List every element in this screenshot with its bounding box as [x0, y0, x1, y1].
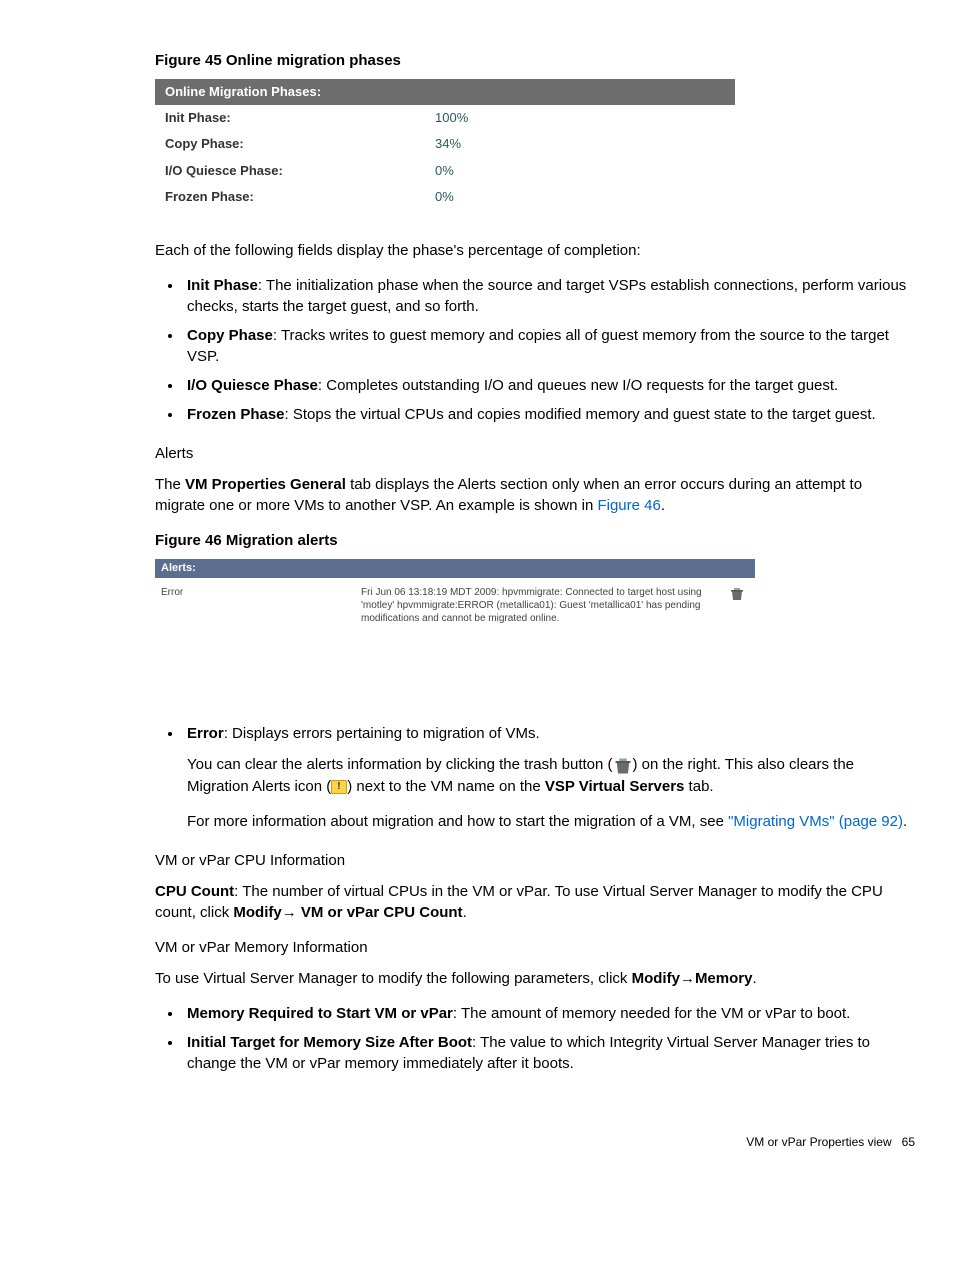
figure-45-caption: Figure 45 Online migration phases: [155, 50, 915, 71]
alerts-panel-header: Alerts:: [155, 559, 755, 578]
phase-name: Copy Phase: [187, 327, 273, 344]
alerts-paragraph: The VM Properties General tab displays t…: [155, 474, 915, 516]
text: ) next to the VM name on the: [347, 778, 545, 795]
text: To use Virtual Server Manager to modify …: [155, 970, 632, 987]
list-item: Init Phase: The initialization phase whe…: [183, 275, 915, 317]
mem-item-title: Initial Target for Memory Size After Boo…: [187, 1034, 472, 1051]
text: You can clear the alerts information by …: [187, 756, 613, 773]
table-row: I/O Quiesce Phase: 0%: [155, 158, 735, 184]
text: .: [661, 497, 665, 514]
table-row: Frozen Phase: 0%: [155, 184, 735, 210]
phase-value: 34%: [425, 131, 735, 157]
mem-item-desc: : The amount of memory needed for the VM…: [453, 1005, 850, 1022]
text: The: [155, 476, 185, 493]
text-bold: VM Properties General: [185, 476, 346, 493]
phase-desc: : Completes outstanding I/O and queues n…: [318, 377, 838, 394]
memory-info-heading: VM or vPar Memory Information: [155, 937, 915, 958]
arrow: →: [680, 970, 695, 987]
text: .: [903, 813, 907, 830]
phase-label: I/O Quiesce Phase:: [155, 158, 425, 184]
list-item: Error: Displays errors pertaining to mig…: [183, 723, 915, 832]
figure-46-link[interactable]: Figure 46: [597, 497, 660, 514]
text-bold: VM or vPar CPU Count: [301, 904, 463, 921]
list-item: Copy Phase: Tracks writes to guest memor…: [183, 325, 915, 367]
page-number: 65: [902, 1135, 915, 1149]
phase-description-list: Init Phase: The initialization phase whe…: [155, 275, 915, 425]
figure-46-caption: Figure 46 Migration alerts: [155, 530, 915, 551]
text: .: [752, 970, 756, 987]
phase-name: Init Phase: [187, 277, 258, 294]
phase-value: 0%: [425, 158, 735, 184]
footer-text: VM or vPar Properties view: [746, 1135, 891, 1149]
migrating-vms-link[interactable]: "Migrating VMs" (page 92): [728, 813, 903, 830]
phase-desc: : The initialization phase when the sour…: [187, 277, 906, 315]
trash-icon: [613, 755, 633, 776]
text: .: [463, 904, 467, 921]
trash-icon[interactable]: [729, 589, 745, 600]
text-bold: Memory: [695, 970, 753, 987]
alerts-figure: Alerts: Error Fri Jun 06 13:18:19 MDT 20…: [155, 559, 755, 695]
text-bold: CPU Count: [155, 883, 234, 900]
list-item: Initial Target for Memory Size After Boo…: [183, 1032, 915, 1074]
text: For more information about migration and…: [187, 813, 728, 830]
text-bold: Modify: [632, 970, 680, 987]
alert-severity: Error: [161, 586, 361, 600]
list-item: Frozen Phase: Stops the virtual CPUs and…: [183, 404, 915, 425]
page-footer: VM or vPar Properties view 65: [155, 1134, 915, 1151]
alert-message: Fri Jun 06 13:18:19 MDT 2009: hpvmmigrat…: [361, 586, 729, 625]
table-row: Init Phase: 100%: [155, 105, 735, 131]
cpu-count-paragraph: CPU Count: The number of virtual CPUs in…: [155, 881, 915, 923]
error-title: Error: [187, 725, 224, 742]
list-item: I/O Quiesce Phase: Completes outstanding…: [183, 375, 915, 396]
table-row: Copy Phase: 34%: [155, 131, 735, 157]
text-bold: VSP Virtual Servers: [545, 778, 685, 795]
phase-value: 100%: [425, 105, 735, 131]
list-item: Memory Required to Start VM or vPar: The…: [183, 1003, 915, 1024]
warning-icon: [331, 780, 347, 794]
mem-item-title: Memory Required to Start VM or vPar: [187, 1005, 453, 1022]
alerts-heading: Alerts: [155, 443, 915, 464]
cpu-info-heading: VM or vPar CPU Information: [155, 850, 915, 871]
phase-label: Frozen Phase:: [155, 184, 425, 210]
intro-text: Each of the following fields display the…: [155, 240, 915, 261]
phase-desc: : Tracks writes to guest memory and copi…: [187, 327, 889, 365]
phase-name: I/O Quiesce Phase: [187, 377, 318, 394]
memory-list: Memory Required to Start VM or vPar: The…: [155, 1003, 915, 1074]
phase-value: 0%: [425, 184, 735, 210]
memory-intro: To use Virtual Server Manager to modify …: [155, 968, 915, 989]
phase-label: Init Phase:: [155, 105, 425, 131]
error-para3: For more information about migration and…: [187, 811, 915, 832]
phase-label: Copy Phase:: [155, 131, 425, 157]
error-list: Error: Displays errors pertaining to mig…: [155, 723, 915, 832]
arrow: →: [282, 904, 301, 921]
phases-header: Online Migration Phases:: [155, 79, 735, 105]
phase-desc: : Stops the virtual CPUs and copies modi…: [285, 406, 876, 423]
error-desc: : Displays errors pertaining to migratio…: [224, 725, 540, 742]
text-bold: Modify: [233, 904, 281, 921]
error-para2: You can clear the alerts information by …: [187, 754, 915, 797]
text: tab.: [684, 778, 713, 795]
online-migration-phases-table: Online Migration Phases: Init Phase: 100…: [155, 79, 735, 210]
phase-name: Frozen Phase: [187, 406, 285, 423]
